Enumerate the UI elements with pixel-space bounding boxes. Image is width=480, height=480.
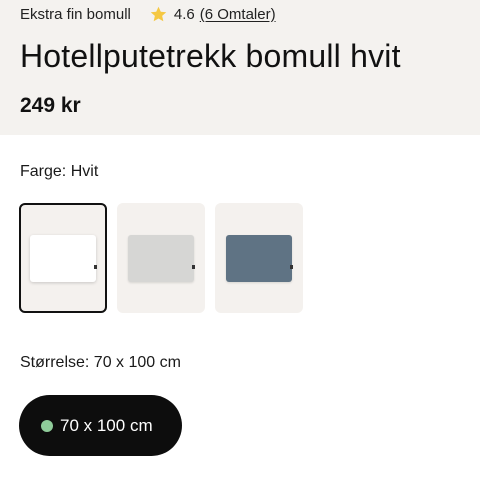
pillow-image-blue-grey	[226, 234, 293, 282]
color-label-key: Farge:	[20, 163, 67, 180]
reviews-link[interactable]: (6 Omtaler)	[200, 6, 276, 23]
product-price: 249 kr	[20, 94, 81, 117]
color-swatch-blue-grey[interactable]	[215, 203, 303, 313]
size-option-label: Størrelse: 70 x 100 cm	[20, 354, 181, 372]
rating-value: 4.6	[173, 5, 195, 23]
color-swatch-light-grey[interactable]	[117, 203, 205, 313]
pillow-image-light-grey	[128, 234, 195, 282]
product-subtitle: Ekstra fin bomull	[20, 5, 131, 23]
size-label-key: Størrelse:	[20, 354, 90, 371]
size-selected-value: 70 x 100 cm	[93, 354, 181, 371]
size-chip-70x100[interactable]: 70 x 100 cm	[19, 395, 182, 456]
size-chip-label: 70 x 100 cm	[60, 415, 153, 435]
color-swatch-list	[19, 203, 303, 313]
product-header: Ekstra fin bomull 4.6 (6 Omtaler) Hotell…	[0, 0, 480, 135]
color-option-label: Farge: Hvit	[20, 163, 98, 181]
product-title: Hotellputetrekk bomull hvit	[20, 38, 401, 74]
color-selected-value: Hvit	[70, 163, 99, 180]
color-swatch-white[interactable]	[19, 203, 107, 313]
star-icon	[150, 6, 167, 21]
availability-dot-icon	[41, 419, 53, 432]
pillow-image-white	[30, 234, 97, 282]
meta-row: Ekstra fin bomull 4.6 (6 Omtaler)	[20, 4, 276, 24]
